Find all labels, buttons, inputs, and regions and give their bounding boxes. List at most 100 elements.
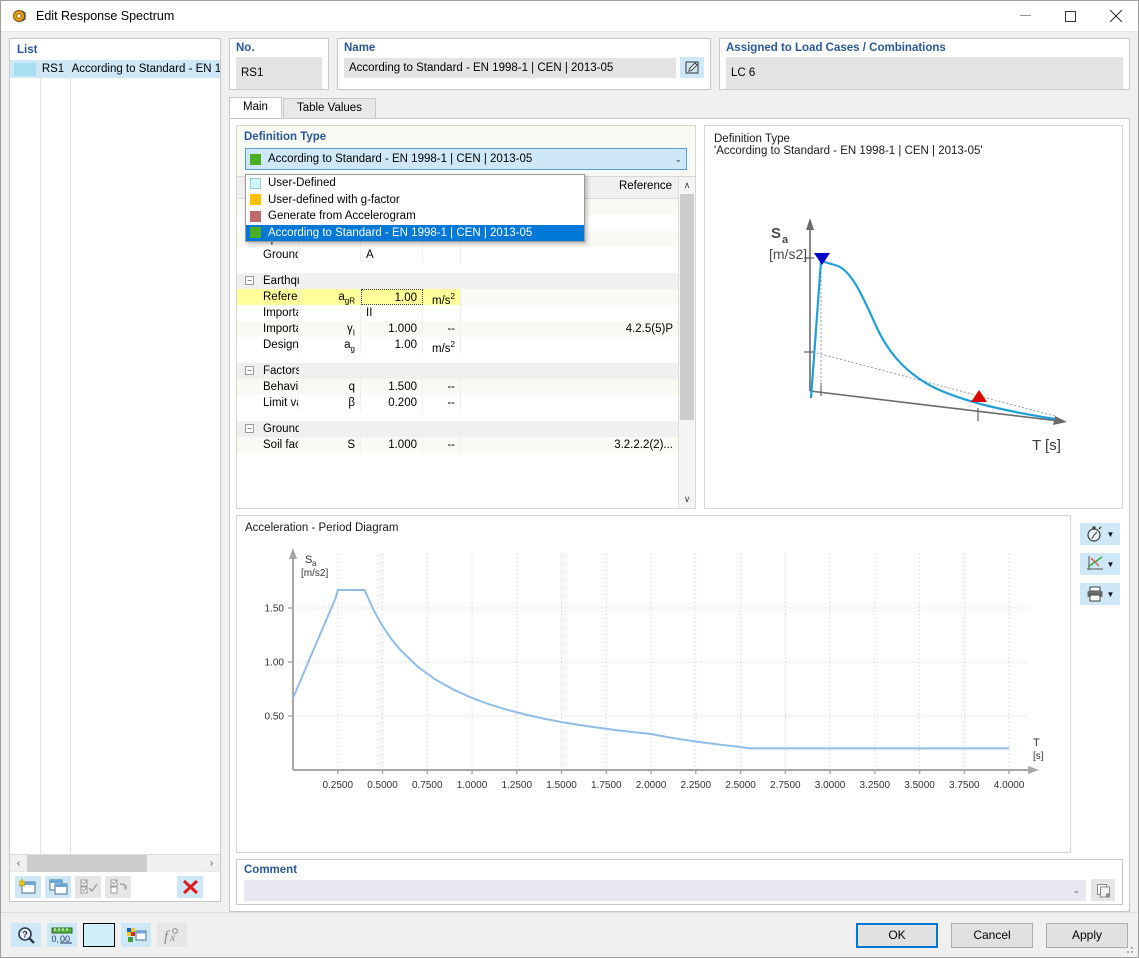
- scroll-right-arrow-icon[interactable]: ›: [203, 855, 220, 872]
- svg-text:T: T: [1033, 737, 1040, 749]
- select-all-button: [75, 875, 101, 898]
- chevron-down-icon[interactable]: ▼: [1107, 590, 1115, 599]
- assigned-field-box: Assigned to Load Cases / Combinations LC…: [719, 38, 1130, 90]
- close-button[interactable]: [1093, 1, 1138, 32]
- option-color-swatch: [250, 194, 261, 206]
- table-row[interactable]: Reference peak ground acceleration agR 1…: [237, 289, 678, 305]
- units-button[interactable]: 0, 00: [47, 923, 77, 947]
- row-value[interactable]: 1.000: [361, 437, 423, 453]
- svg-text:2.5000: 2.5000: [725, 780, 756, 791]
- window-controls: [1003, 1, 1138, 32]
- row-unit: [423, 305, 461, 321]
- scroll-track[interactable]: [27, 854, 203, 872]
- option-label: User-Defined: [268, 177, 336, 190]
- preview-spectrum-sketch: S a [m/s2] T [s]: [769, 218, 1067, 454]
- help-search-button[interactable]: ?: [11, 923, 41, 947]
- row-value[interactable]: 1.00: [361, 337, 423, 353]
- resize-grip-icon[interactable]: [1123, 943, 1135, 955]
- row-label: Design ground acceleration | Hori...: [237, 337, 299, 353]
- row-value[interactable]: II: [361, 305, 423, 321]
- fx-icon: f x: [164, 927, 178, 945]
- table-group-row-ground-type-parameters[interactable]: − Ground type parameters: [237, 421, 678, 437]
- collapse-icon[interactable]: −: [245, 366, 254, 375]
- cancel-button[interactable]: Cancel: [951, 922, 1033, 948]
- table-group-row-factors[interactable]: − Factors: [237, 363, 678, 379]
- svg-text:0.7500: 0.7500: [412, 780, 443, 791]
- table-row[interactable]: Importance class II: [237, 305, 678, 321]
- print-button[interactable]: ▼: [1080, 583, 1120, 605]
- tab-main[interactable]: Main: [229, 97, 282, 118]
- scroll-thumb[interactable]: [680, 194, 694, 420]
- list-area[interactable]: RS1 According to Standard - EN 1: [10, 60, 220, 854]
- table-group-row-earthquake-action[interactable]: − Earthquake action: [237, 273, 678, 289]
- dropdown-option-generate-from-accelerogram[interactable]: Generate from Accelerogram: [246, 208, 584, 225]
- apply-button[interactable]: Apply: [1046, 922, 1128, 948]
- chevron-down-icon[interactable]: ⌄: [674, 154, 682, 165]
- minimize-button[interactable]: [1003, 1, 1048, 32]
- row-value[interactable]: A: [361, 247, 423, 263]
- definition-type-dropdown-list[interactable]: User-Defined User-defined with g-factor …: [245, 174, 585, 242]
- delete-button[interactable]: [177, 875, 203, 898]
- row-reference: [461, 289, 678, 305]
- pencil-edit-icon[interactable]: [680, 57, 704, 78]
- scroll-thumb[interactable]: [27, 854, 147, 872]
- list-panel-header: List: [10, 39, 220, 60]
- row-value[interactable]: 0.200: [361, 395, 423, 411]
- color-swatch-button[interactable]: [83, 923, 115, 947]
- dialog-body: List RS1 According to Standard - EN 1 ‹ …: [1, 32, 1138, 912]
- chevron-down-icon[interactable]: ▼: [1107, 530, 1115, 539]
- scroll-track[interactable]: [679, 194, 695, 491]
- table-row[interactable]: Soil factor | Ground type A S 1.000 -- 3…: [237, 437, 678, 453]
- collapse-icon[interactable]: −: [245, 424, 254, 433]
- list-horizontal-scrollbar[interactable]: ‹ ›: [10, 854, 220, 872]
- list-item-no: RS1: [41, 63, 65, 75]
- row-value-editing[interactable]: 1.00: [361, 289, 423, 305]
- row-symbol: [299, 247, 361, 263]
- no-input[interactable]: RS1: [236, 57, 322, 89]
- ok-button[interactable]: OK: [856, 922, 938, 948]
- tab-table-values[interactable]: Table Values: [282, 98, 376, 118]
- copy-response-spectrum-button[interactable]: [45, 875, 71, 898]
- table-row[interactable]: Behavior factor q 1.500 --: [237, 379, 678, 395]
- row-symbol: S: [299, 437, 361, 453]
- chevron-down-icon[interactable]: ⌄: [1072, 885, 1080, 896]
- acceleration-period-diagram[interactable]: Acceleration - Period Diagram 0.2500 0.50…: [236, 515, 1071, 853]
- comment-input[interactable]: ⌄: [244, 879, 1086, 901]
- comment-box: Comment ⌄: [236, 859, 1123, 905]
- definition-type-combobox[interactable]: According to Standard - EN 1998-1 | CEN …: [245, 148, 687, 170]
- new-response-spectrum-button[interactable]: [15, 875, 41, 898]
- display-properties-button[interactable]: [121, 923, 151, 947]
- row-value[interactable]: 1.000: [361, 321, 423, 337]
- table-row[interactable]: Ground type A: [237, 247, 678, 263]
- scroll-up-arrow-icon[interactable]: ∧: [679, 177, 695, 194]
- row-reference: [461, 247, 678, 263]
- name-input[interactable]: According to Standard - EN 1998-1 | CEN …: [344, 57, 676, 78]
- collapse-icon[interactable]: −: [245, 276, 254, 285]
- chevron-down-icon[interactable]: ▼: [1107, 560, 1115, 569]
- maximize-button[interactable]: [1048, 1, 1093, 32]
- assigned-input[interactable]: LC 6: [726, 57, 1123, 89]
- dropdown-option-according-to-standard[interactable]: According to Standard - EN 1998-1 | CEN …: [246, 224, 584, 241]
- dropdown-option-user-defined[interactable]: User-Defined: [246, 175, 584, 192]
- preview-line-2: 'According to Standard - EN 1998-1 | CEN…: [714, 145, 983, 157]
- svg-text:0.2500: 0.2500: [322, 780, 353, 791]
- diagram-settings-button[interactable]: ▼: [1080, 553, 1120, 575]
- scroll-left-arrow-icon[interactable]: ‹: [10, 855, 27, 872]
- stopwatch-settings-button[interactable]: ▼: [1080, 523, 1120, 545]
- svg-text:?: ?: [22, 929, 28, 939]
- row-unit: [423, 247, 461, 263]
- dropdown-option-user-defined-g-factor[interactable]: User-defined with g-factor: [246, 192, 584, 209]
- list-item[interactable]: RS1 According to Standard - EN 1: [10, 60, 220, 78]
- table-spacer-row: [237, 353, 678, 363]
- table-row[interactable]: Importance factor | Class II γI 1.000 --…: [237, 321, 678, 337]
- group-label: − Earthquake action: [237, 273, 299, 289]
- scroll-down-arrow-icon[interactable]: ∨: [679, 491, 695, 508]
- table-row[interactable]: Limit value β 0.200 --: [237, 395, 678, 411]
- row-value[interactable]: 1.500: [361, 379, 423, 395]
- table-vertical-scrollbar[interactable]: ∧ ∨: [678, 177, 695, 508]
- definition-type-color-swatch: [250, 153, 261, 165]
- table-row[interactable]: Design ground acceleration | Hori... ag …: [237, 337, 678, 353]
- comment-copy-button[interactable]: [1091, 879, 1115, 901]
- no-label: No.: [236, 42, 255, 54]
- row-unit: m/s2: [423, 289, 461, 305]
